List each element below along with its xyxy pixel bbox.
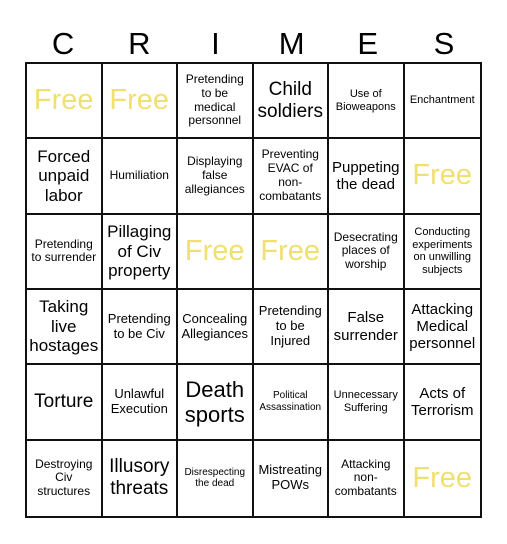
bingo-cell[interactable]: Conducting experiments on unwilling subj… <box>404 215 480 290</box>
bingo-cell[interactable]: Enchantment <box>404 64 480 140</box>
bingo-cell[interactable]: False surrender <box>329 290 405 366</box>
bingo-cell-free[interactable]: Free <box>404 139 480 215</box>
bingo-cell[interactable]: Disrespecting the dead <box>178 440 254 516</box>
bingo-board: Free Free Pretending to be medical personn… <box>25 62 482 518</box>
bingo-cell-free[interactable]: Free <box>102 64 178 140</box>
bingo-cell[interactable]: Taking live hostages <box>27 290 103 366</box>
bingo-cell[interactable]: Attacking Medical personnel <box>404 290 480 366</box>
bingo-cell[interactable]: Mistreating POWs <box>254 440 329 516</box>
title-letter: S <box>433 26 455 61</box>
title-letter: C <box>51 26 75 61</box>
bingo-cell[interactable]: Humiliation <box>102 139 178 215</box>
bingo-cell[interactable]: Concealing Allegiances <box>178 290 254 366</box>
bingo-cell-free[interactable]: Free <box>253 214 329 290</box>
bingo-cell[interactable]: Pretending to be medical personnel <box>178 64 254 140</box>
title-letter: R <box>128 26 151 61</box>
title-letter: M <box>278 26 305 61</box>
bingo-cell[interactable]: Torture <box>27 365 103 441</box>
bingo-cell[interactable]: Displaying false allegiances <box>178 139 254 215</box>
bingo-cell[interactable]: Unlawful Execution <box>102 365 178 441</box>
bingo-cell[interactable]: Pretending to surrender <box>27 214 103 290</box>
bingo-cell[interactable]: Death sports <box>178 365 254 441</box>
bingo-cell[interactable]: Preventing EVAC of non-combatants <box>253 139 329 215</box>
bingo-cell-free[interactable]: Free <box>27 64 103 140</box>
bingo-cell[interactable]: Acts of Terrorism <box>404 365 480 441</box>
title-letter: I <box>211 26 220 61</box>
bingo-cell[interactable]: Destroying Civ structures <box>27 440 103 516</box>
bingo-cell-free[interactable]: Free <box>178 214 254 290</box>
bingo-cell[interactable]: Political Assassination <box>253 365 329 441</box>
bingo-cell[interactable]: Puppeting the dead <box>329 139 405 215</box>
bingo-cell[interactable]: Pretending to be Civ <box>102 290 178 366</box>
bingo-cell[interactable]: Desecrating places of worship <box>329 214 405 290</box>
bingo-title: C R I M E S <box>25 26 482 62</box>
bingo-cell[interactable]: Attacking non-combatants <box>329 440 405 516</box>
title-letter: E <box>357 26 379 61</box>
bingo-cell[interactable]: Pillaging of Civ property <box>102 214 178 290</box>
bingo-cell[interactable]: Illusory threats <box>103 440 178 516</box>
bingo-cell[interactable]: Child soldiers <box>253 64 329 140</box>
bingo-cell[interactable]: Pretending to be Injured <box>253 290 329 366</box>
bingo-cell[interactable]: Use of Bioweapons <box>329 64 405 140</box>
bingo-cell-free[interactable]: Free <box>405 441 481 516</box>
bingo-cell[interactable]: Forced unpaid labor <box>27 139 103 215</box>
bingo-cell[interactable]: Unnecessary Suffering <box>329 365 405 441</box>
